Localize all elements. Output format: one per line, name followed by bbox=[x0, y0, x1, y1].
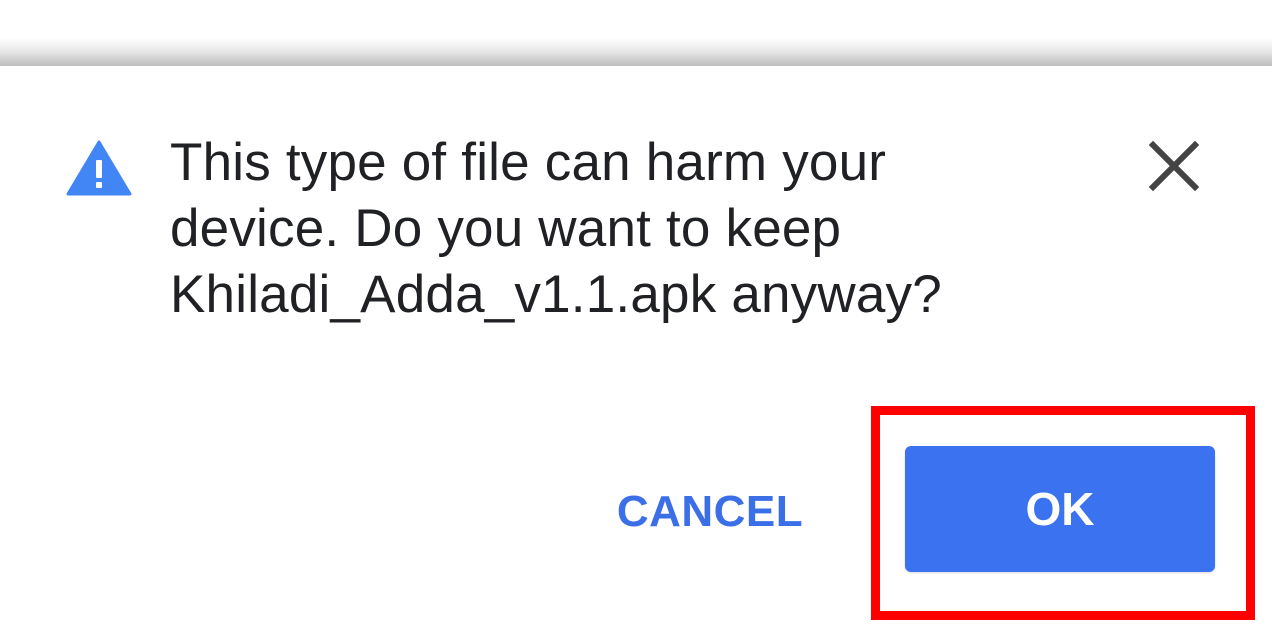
ok-button[interactable]: OK bbox=[905, 446, 1215, 572]
cancel-button[interactable]: CANCEL bbox=[590, 470, 830, 554]
warning-message: This type of file can harm your device. … bbox=[170, 130, 1070, 328]
top-shadow-divider bbox=[0, 38, 1272, 66]
download-warning-screen: This type of file can harm your device. … bbox=[0, 0, 1272, 626]
warning-message-line-2: device. Do you want to keep bbox=[170, 199, 842, 258]
close-button[interactable] bbox=[1138, 130, 1210, 202]
close-icon bbox=[1149, 141, 1199, 191]
warning-message-line-1: This type of file can harm your bbox=[170, 133, 887, 192]
warning-message-line-3: Khiladi_Adda_v1.1.apk anyway? bbox=[170, 265, 942, 324]
warning-icon bbox=[66, 140, 132, 196]
